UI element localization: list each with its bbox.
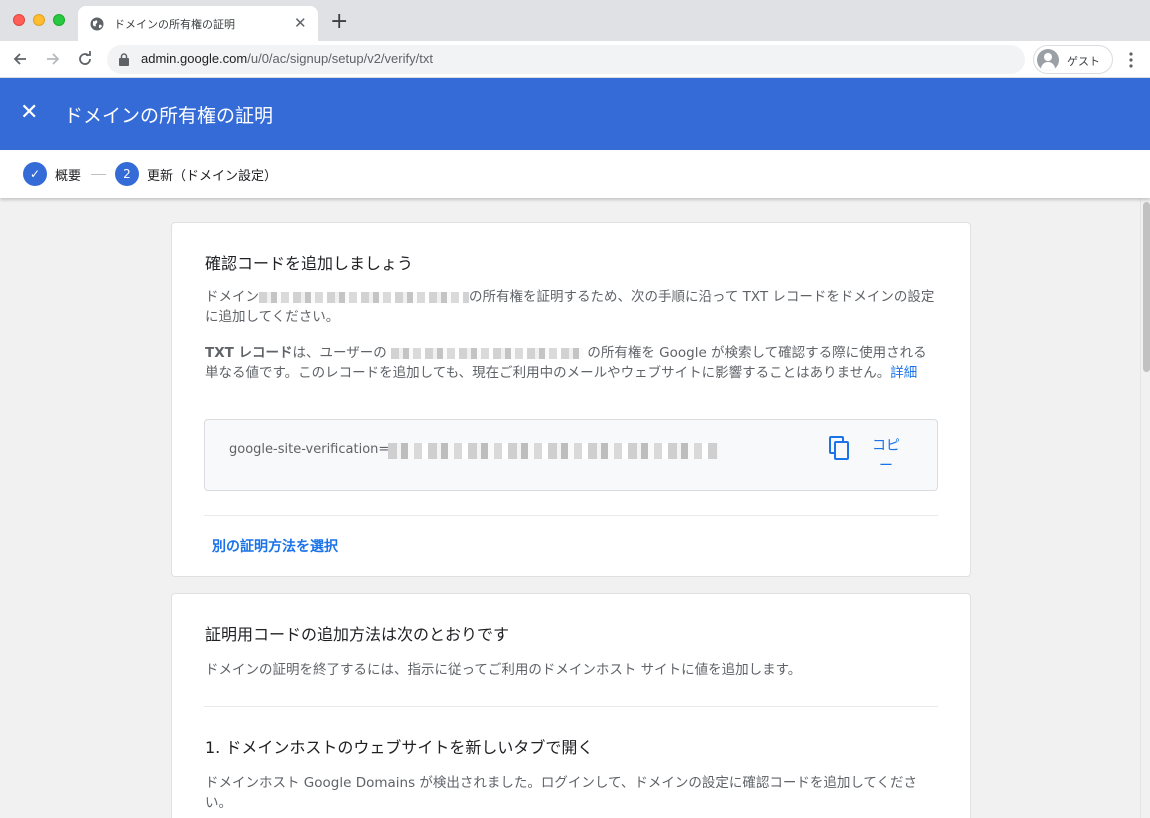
page-scrollbar[interactable] <box>1140 198 1150 818</box>
more-vert-icon[interactable] <box>1129 52 1133 68</box>
card-title: 確認コードを追加しましょう <box>205 254 414 273</box>
divider <box>204 515 938 516</box>
divider <box>204 706 938 707</box>
step1-text: ドメインホスト Google Domains が検出されました。ログインして、ド… <box>205 775 918 811</box>
learn-more-link[interactable]: 詳細 <box>890 365 917 381</box>
scrollbar-thumb[interactable] <box>1143 202 1150 372</box>
intro-text: ドメインの証明を終了するには、指示に従ってご利用のドメインホスト サイトに値を追… <box>205 662 802 678</box>
app-header: ✕ ドメインの所有権の証明 <box>0 78 1150 150</box>
step-done-check-icon: ✓ <box>23 162 47 186</box>
step1-title: 1. ドメインホストのウェブサイトを新しいタブで開く <box>205 738 594 757</box>
browser-tab-active[interactable]: ドメインの所有権の証明 ✕ <box>78 6 318 41</box>
profile-label: ゲスト <box>1067 55 1100 68</box>
step-overview-label: 概要 <box>55 169 82 184</box>
profile-button[interactable]: ゲスト <box>1033 45 1113 74</box>
redacted-domain <box>259 291 469 303</box>
step-number-badge: 2 <box>115 162 139 186</box>
txt-record-term: TXT レコード <box>205 345 293 361</box>
alternate-verification-method-link[interactable]: 別の証明方法を選択 <box>212 536 338 556</box>
globe-icon <box>90 17 104 31</box>
browser-tab-strip: ドメインの所有権の証明 ✕ + <box>0 0 1150 41</box>
back-arrow-icon[interactable] <box>10 49 30 69</box>
address-bar[interactable]: admin.google.com/u/0/ac/signup/setup/v2/… <box>107 45 1025 74</box>
browser-toolbar: admin.google.com/u/0/ac/signup/setup/v2/… <box>0 41 1150 78</box>
txt-record-prefix: google-site-verification= <box>229 442 390 457</box>
avatar <box>1037 49 1059 71</box>
step-connector <box>91 174 106 175</box>
add-verification-code-card: 確認コードを追加しましょう ドメイン の所有権を証明するため、次の手順に沿って T… <box>171 222 971 577</box>
txt-record-explanation: TXT レコードは、ユーザーの の所有権を Google が検索して確認する際に… <box>205 343 940 383</box>
copy-button[interactable]: コピー <box>871 436 901 476</box>
reload-icon[interactable] <box>75 49 95 69</box>
progress-stepper: ✓ 概要 2 更新（ドメイン設定） <box>0 150 1150 198</box>
txt-record-box: google-site-verification= コピー <box>204 419 938 491</box>
window-zoom-button[interactable] <box>53 14 65 26</box>
window-minimize-button[interactable] <box>33 14 45 26</box>
lock-icon <box>119 53 129 66</box>
url-text[interactable]: admin.google.com/u/0/ac/signup/setup/v2/… <box>141 51 433 66</box>
tab-close-icon[interactable]: ✕ <box>294 14 307 32</box>
close-icon[interactable]: ✕ <box>20 102 38 124</box>
new-tab-button[interactable]: + <box>330 11 348 33</box>
how-to-add-code-card: 証明用コードの追加方法は次のとおりです ドメインの証明を終了するには、指示に従っ… <box>171 593 971 818</box>
url-path: /u/0/ac/signup/setup/v2/verify/txt <box>247 51 433 66</box>
step-update-label: 更新（ドメイン設定） <box>147 169 278 184</box>
domain-prefix-text: ドメイン <box>205 289 259 305</box>
redacted-verification-token <box>388 443 718 459</box>
tab-title: ドメインの所有権の証明 <box>114 18 235 31</box>
instruction-paragraph: ドメイン の所有権を証明するため、次の手順に沿って TXT レコードをドメインの設… <box>205 287 940 327</box>
card-title: 証明用コードの追加方法は次のとおりです <box>205 625 510 644</box>
page-title: ドメインの所有権の証明 <box>64 105 274 127</box>
forward-arrow-icon[interactable] <box>43 49 63 69</box>
explanation-text-start: は、ユーザーの <box>292 345 387 361</box>
window-close-button[interactable] <box>13 14 25 26</box>
url-host: admin.google.com <box>141 51 248 66</box>
copy-icon[interactable] <box>829 436 851 460</box>
redacted-domain <box>391 347 584 359</box>
